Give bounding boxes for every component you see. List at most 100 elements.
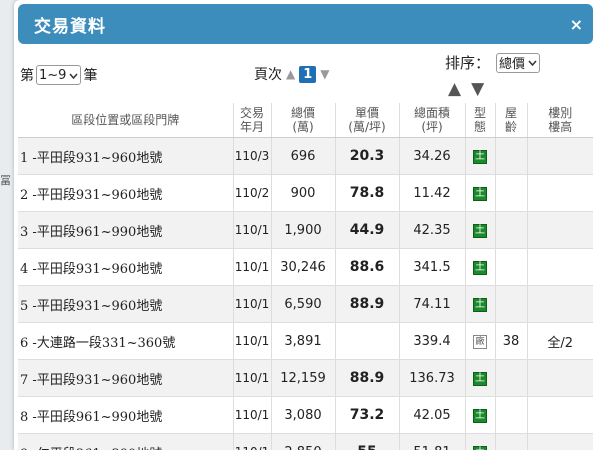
cell-total-price: 6,590: [271, 285, 336, 323]
cell-location[interactable]: 1 -平田段931~960地號: [18, 137, 234, 175]
table-row[interactable]: 1 -平田段931~960地號 110/3 696 20.3 34.26 土: [18, 137, 593, 175]
cell-total-price: 900: [271, 174, 336, 212]
cell-year-month: 110/3: [233, 137, 272, 175]
land-type-badge: 土: [473, 187, 487, 201]
cell-type: 土: [465, 396, 496, 434]
sort-controls: 排序： 總價 ▲ ▼: [445, 52, 541, 99]
table-row[interactable]: 9 -仁平段361~390地號110/12,8505551.81 土: [18, 433, 593, 450]
cell-age: [495, 433, 528, 450]
cell-total-area: 51.81: [399, 433, 466, 450]
table-row[interactable]: 5 -平田段931~960地號 110/1 6,590 88.9 74.11 土: [18, 285, 593, 323]
cell-total-area: 341.5: [399, 248, 466, 286]
cell-year-month: 110/1: [233, 322, 272, 360]
record-range: 第 1~9 筆: [20, 65, 97, 85]
table-row[interactable]: 7 -平田段931~960地號 110/1 12,159 88.9 136.73 土: [18, 359, 593, 397]
sort-select[interactable]: 總價: [496, 52, 541, 73]
cell-year-month: 110/1: [233, 285, 272, 323]
cell-unit-price: 55: [335, 433, 400, 450]
cell-year-month: 110/1: [233, 211, 272, 249]
header-total-price[interactable]: 總價 (萬): [271, 103, 336, 138]
transaction-table: 區段位置或區段門牌 交易 年月 總價 (萬) 單價 (萬/坪) 總面積 (坪) 型態 屋…: [18, 103, 593, 450]
cell-type: 土: [465, 174, 496, 212]
cell-total-price: 3,891: [271, 322, 336, 360]
cell-age: [495, 248, 528, 286]
chevron-down-icon: [528, 55, 537, 70]
table-row[interactable]: 8 -平田段961~990地號 110/1 3,080 73.2 42.05 土: [18, 396, 593, 434]
range-suffix: 筆: [83, 68, 98, 84]
header-age[interactable]: 屋齡: [495, 103, 528, 138]
cell-type: 土: [465, 359, 496, 397]
cell-floor: [527, 285, 593, 323]
dialog-titlebar: 交易資料 ×: [18, 4, 593, 44]
sort-asc-icon[interactable]: ▲: [448, 79, 461, 99]
cell-year-month: 110/1: [233, 433, 272, 450]
cell-type: 土: [465, 433, 496, 450]
cell-location[interactable]: 5 -平田段931~960地號: [18, 285, 234, 323]
header-type[interactable]: 型態: [465, 103, 496, 138]
cell-location[interactable]: 3 -平田段961~990地號: [18, 211, 234, 249]
cell-age: [495, 211, 528, 249]
cell-location[interactable]: 4 -平田段931~960地號: [18, 248, 234, 286]
table-row[interactable]: 3 -平田段961~990地號 110/1 1,900 44.9 42.35 土: [18, 211, 593, 249]
cell-type: 土: [465, 137, 496, 175]
land-type-badge: 土: [473, 298, 487, 312]
next-page-icon[interactable]: ▼: [320, 67, 329, 81]
cell-year-month: 110/1: [233, 396, 272, 434]
table-row[interactable]: 4 -平田段931~960地號 110/1 30,246 88.6 341.5 土: [18, 248, 593, 286]
cell-total-area: 339.4: [399, 322, 466, 360]
cell-location[interactable]: 9 -仁平段361~390地號: [18, 433, 234, 450]
page-label: 頁次: [254, 67, 282, 83]
location-text: -平田段931~960地號: [32, 372, 163, 388]
sort-desc-icon[interactable]: ▼: [471, 79, 484, 99]
header-location[interactable]: 區段位置或區段門牌: [18, 103, 234, 138]
land-type-badge: 土: [473, 224, 487, 238]
cell-age: [495, 137, 528, 175]
header-floor[interactable]: 樓別 樓高: [527, 103, 593, 138]
prev-page-icon[interactable]: ▲: [286, 67, 295, 81]
cell-type: 廠: [465, 322, 496, 360]
cell-age: [495, 359, 528, 397]
cell-year-month: 110/1: [233, 248, 272, 286]
location-text: -平田段961~990地號: [32, 224, 163, 240]
current-page[interactable]: 1: [299, 65, 317, 83]
location-text: -平田段931~960地號: [32, 187, 163, 203]
range-prefix: 第: [20, 68, 34, 84]
cell-unit-price: 78.8: [335, 174, 400, 212]
close-icon[interactable]: ×: [570, 15, 583, 34]
cell-age: [495, 174, 528, 212]
cell-total-area: 136.73: [399, 359, 466, 397]
transaction-dialog: 交易資料 × 第 1~9 筆 頁次 ▲ 1 ▼ 排序： 總價 ▲ ▼ 區段位置或…: [14, 0, 597, 450]
cell-location[interactable]: 8 -平田段961~990地號: [18, 396, 234, 434]
location-text: -仁平段361~390地號: [32, 447, 162, 450]
cell-unit-price: 20.3: [335, 137, 400, 175]
sort-label: 排序：: [445, 54, 491, 72]
land-type-badge: 土: [473, 446, 487, 450]
cell-type: 土: [465, 285, 496, 323]
location-text: -大連路一段331~360號: [32, 335, 176, 351]
cell-floor: [527, 174, 593, 212]
cell-location[interactable]: 2 -平田段931~960地號: [18, 174, 234, 212]
cell-location[interactable]: 6 -大連路一段331~360號: [18, 322, 234, 360]
land-type-badge: 土: [473, 372, 487, 386]
table-row[interactable]: 6 -大連路一段331~360號 110/1 3,891 339.4 廠 38 全/2: [18, 322, 593, 360]
cell-total-area: 74.11: [399, 285, 466, 323]
cell-floor: 全/2: [527, 322, 593, 360]
header-unit-price[interactable]: 單價 (萬/坪): [335, 103, 400, 138]
cell-unit-price: 88.9: [335, 285, 400, 323]
cell-unit-price: [335, 322, 400, 360]
cell-location[interactable]: 7 -平田段931~960地號: [18, 359, 234, 397]
chevron-down-icon: [69, 68, 79, 83]
land-type-badge: 土: [473, 150, 487, 164]
range-select[interactable]: 1~9: [36, 65, 82, 85]
cell-floor: [527, 137, 593, 175]
cell-year-month: 110/1: [233, 359, 272, 397]
header-total-area[interactable]: 總面積 (坪): [399, 103, 466, 138]
land-type-badge: 土: [473, 261, 487, 275]
table-row[interactable]: 2 -平田段931~960地號 110/2 900 78.8 11.42 土: [18, 174, 593, 212]
location-text: -平田段931~960地號: [32, 298, 163, 314]
cell-year-month: 110/2: [233, 174, 272, 212]
sort-select-value: 總價: [499, 57, 526, 72]
header-year-month[interactable]: 交易 年月: [233, 103, 272, 138]
location-text: -平田段931~960地號: [32, 261, 163, 277]
cell-total-area: 42.05: [399, 396, 466, 434]
